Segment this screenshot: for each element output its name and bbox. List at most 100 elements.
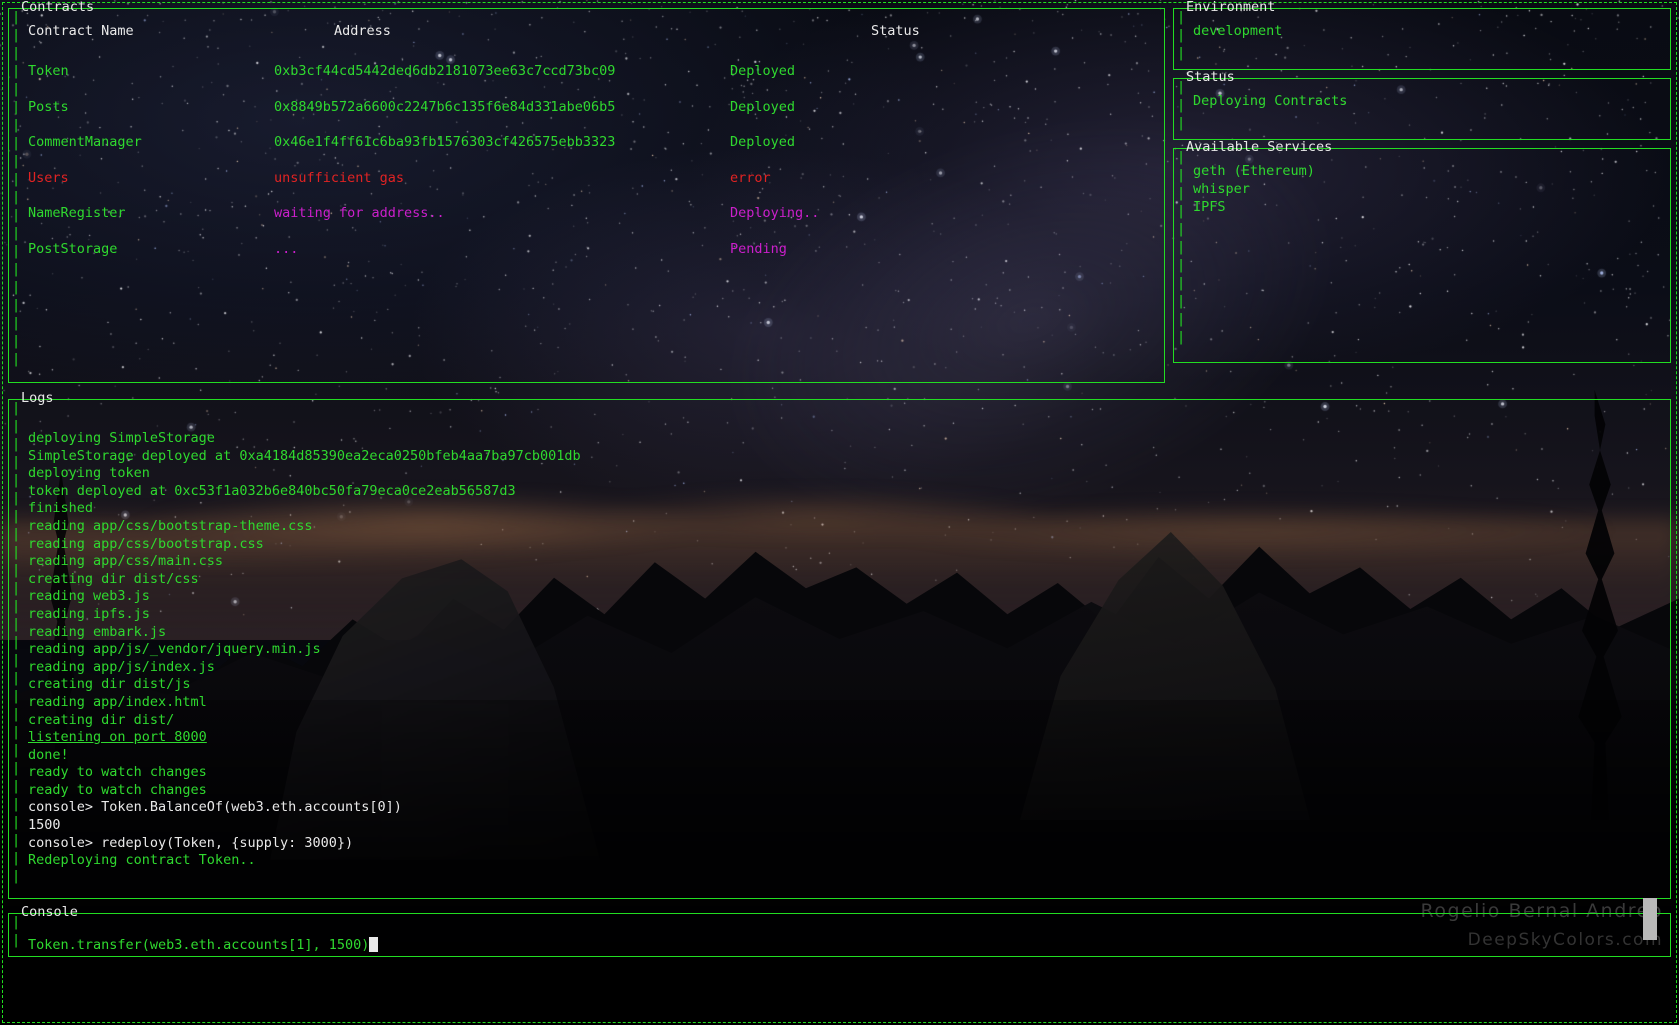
- gutter-pipe: |: [1177, 293, 1186, 309]
- log-line: reading app/css/bootstrap.css: [28, 535, 264, 552]
- contract-status: Deploying..: [730, 205, 820, 221]
- log-line: token deployed at 0xc53f1a032b6e840bc50f…: [28, 482, 516, 499]
- status-value: Deploying Contracts: [1193, 93, 1348, 109]
- gutter-pipe: |: [12, 544, 21, 560]
- environment-gutter: | | |: [1173, 8, 1187, 70]
- gutter-pipe: |: [12, 760, 21, 776]
- gutter-pipe: |: [12, 315, 21, 331]
- gutter-pipe: |: [12, 850, 21, 866]
- console-panel: Console | | Token.transfer(web3.eth.accou…: [8, 904, 1671, 957]
- status-panel: Status | | | Deploying Contracts: [1173, 69, 1671, 140]
- logs-output[interactable]: deploying SimpleStorage SimpleStorage dep…: [8, 413, 1671, 869]
- contract-name: Users: [28, 169, 69, 186]
- table-row[interactable]: CommentManager 0x46e1f4ff61c6ba93fb157630…: [28, 133, 1165, 169]
- log-line: ready to watch changes: [28, 781, 207, 798]
- log-line: creating dir dist/: [28, 711, 175, 728]
- log-line: done!: [28, 746, 69, 763]
- log-line: reading app/js/_vendor/jquery.min.js: [28, 641, 321, 658]
- gutter-pipe: |: [1177, 27, 1186, 43]
- contracts-table: Contract Name Address Status Token 0xb3cf…: [8, 22, 1165, 275]
- gutter-pipe: |: [1177, 221, 1186, 237]
- gutter-pipe: |: [12, 436, 21, 452]
- gutter-pipe: |: [12, 297, 21, 313]
- contract-status: Deployed: [730, 98, 796, 115]
- table-row[interactable]: Posts 0x8849b572a6600c2247b6c135f6e84d331…: [28, 98, 1165, 134]
- contract-status: error: [730, 169, 771, 186]
- table-row[interactable]: Users unsufficient gas error: [28, 169, 1165, 205]
- available-services-panel: Available Services | | | | | | | | | | | geth (Eth…: [1173, 139, 1671, 363]
- contract-address: unsufficient gas: [274, 169, 405, 186]
- text-cursor: [369, 937, 379, 952]
- contract-status: Deployed: [730, 134, 796, 150]
- gutter-pipe: |: [12, 490, 21, 506]
- gutter-pipe: |: [12, 742, 21, 758]
- gutter-pipe: |: [12, 351, 21, 367]
- log-line: deploying SimpleStorage: [28, 430, 215, 446]
- log-line: deploying token: [28, 465, 150, 482]
- contract-address: waiting for address..: [274, 205, 445, 221]
- contract-address: 0x8849b572a6600c2247b6c135f6e84d331abe06…: [274, 98, 616, 115]
- contract-name: PostStorage: [28, 240, 118, 257]
- contract-name: Token: [28, 63, 69, 79]
- console-log-line: console> Token.BalanceOf(web3.eth.accoun…: [28, 799, 402, 816]
- log-line: Redeploying contract Token..: [28, 852, 256, 869]
- gutter-pipe: |: [12, 932, 21, 948]
- gutter-pipe: |: [1177, 275, 1186, 291]
- gutter-pipe: |: [12, 670, 21, 686]
- log-line: SimpleStorage deployed at 0xa4184d85390e…: [28, 447, 581, 464]
- contracts-panel: Contracts | | | | | | | | | | | | | | | | | | | | Contract …: [8, 0, 1165, 383]
- gutter-pipe: |: [1177, 97, 1186, 113]
- gutter-pipe: |: [12, 868, 21, 884]
- log-line: finished: [28, 500, 94, 517]
- gutter-pipe: |: [1177, 203, 1186, 219]
- console-log-line: console> redeploy(Token, {supply: 3000}): [28, 834, 354, 851]
- logs-panel-label: Logs: [18, 390, 57, 406]
- log-link[interactable]: listening on port 8000: [28, 729, 207, 745]
- table-row[interactable]: PostStorage... Pending: [28, 240, 1165, 276]
- table-row[interactable]: NameRegister waiting for address.. Deployi…: [28, 204, 1165, 240]
- gutter-pipe: |: [12, 562, 21, 578]
- column-header-name: Contract Name: [28, 23, 134, 39]
- table-row[interactable]: Token 0xb3cf44cd5442ded6db2181073ee63c7cc…: [28, 62, 1165, 98]
- logs-gutter: | | | | | | | | | | | | | | | | | | | | | | | | | | |: [8, 399, 22, 899]
- logs-scrollbar-thumb[interactable]: [1643, 898, 1657, 940]
- gutter-pipe: |: [1177, 115, 1186, 131]
- gutter-pipe: |: [12, 652, 21, 668]
- contract-status: Deployed: [730, 63, 796, 79]
- column-header-address: Address: [334, 23, 391, 39]
- status-gutter: | | |: [1173, 78, 1187, 140]
- service-item: whisper: [1193, 181, 1250, 197]
- log-line: listening on port 8000: [28, 728, 1671, 746]
- gutter-pipe: |: [12, 279, 21, 295]
- gutter-pipe: |: [1177, 257, 1186, 273]
- gutter-pipe: |: [12, 706, 21, 722]
- log-line: creating dir dist/css: [28, 570, 199, 587]
- log-line: reading web3.js: [28, 588, 150, 605]
- gutter-pipe: |: [12, 634, 21, 650]
- service-item: geth (Ethereum): [1193, 163, 1315, 179]
- contracts-rows: Token 0xb3cf44cd5442ded6db2181073ee63c7cc…: [28, 62, 1165, 275]
- gutter-pipe: |: [1177, 239, 1186, 255]
- gutter-pipe: |: [12, 333, 21, 349]
- log-line: reading embark.js: [28, 623, 167, 640]
- console-panel-label: Console: [18, 904, 81, 920]
- console-input-value[interactable]: Token.transfer(web3.eth.accounts[1], 150…: [28, 937, 369, 953]
- contract-address: 0xb3cf44cd5442ded6db2181073ee63c7ccd73bc…: [274, 63, 616, 79]
- contracts-panel-label: Contracts: [18, 0, 97, 15]
- gutter-pipe: |: [12, 814, 21, 830]
- console-input-line[interactable]: Token.transfer(web3.eth.accounts[1], 150…: [28, 936, 1671, 954]
- gutter-pipe: |: [12, 616, 21, 632]
- log-line: reading app/css/main.css: [28, 553, 224, 570]
- contract-address: ...: [274, 240, 299, 257]
- contract-status: Pending: [730, 240, 787, 257]
- gutter-pipe: |: [12, 778, 21, 794]
- gutter-pipe: |: [12, 472, 21, 488]
- column-header-status: Status: [871, 23, 920, 39]
- contract-name: CommentManager: [28, 134, 142, 150]
- gutter-pipe: |: [1177, 329, 1186, 345]
- environment-panel-label: Environment: [1183, 0, 1278, 15]
- environment-value: development: [1193, 23, 1283, 39]
- gutter-pipe: |: [12, 796, 21, 812]
- log-line: reading ipfs.js: [28, 605, 150, 622]
- console-log-line: 1500: [28, 817, 61, 834]
